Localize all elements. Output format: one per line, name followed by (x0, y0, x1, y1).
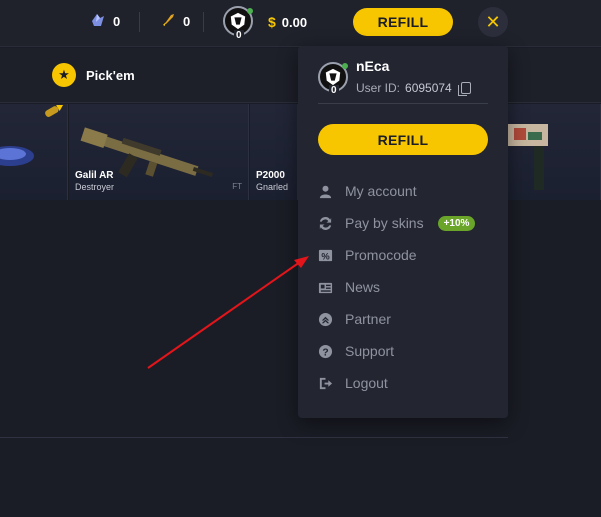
online-status-dot (247, 8, 253, 14)
drop-card[interactable] (0, 104, 68, 200)
question-icon: ? (318, 344, 333, 359)
menu-item-partner[interactable]: Partner (318, 308, 391, 330)
menu-item-label: Partner (345, 311, 391, 327)
menu-item-logout[interactable]: Logout (318, 372, 388, 394)
menu-item-label: Logout (345, 375, 388, 391)
header-divider (203, 12, 204, 32)
drop-card[interactable] (508, 104, 601, 200)
user-id-row: User ID: 6095074 (356, 81, 471, 96)
svg-text:%: % (321, 251, 330, 261)
header-refill-button[interactable]: REFILL (353, 8, 453, 36)
menu-divider (318, 103, 488, 104)
online-status-dot (342, 63, 348, 69)
gems-counter[interactable]: 0 (90, 12, 120, 31)
gems-count: 0 (113, 14, 121, 29)
weapon-image (0, 105, 64, 166)
user-dropdown-menu: 0 nEca User ID: 6095074 REFILL My accoun… (298, 46, 508, 418)
drop-card[interactable]: Galil AR Destroyer FT (69, 104, 249, 200)
menu-item-label: Promocode (345, 247, 417, 263)
close-icon: ✕ (485, 11, 501, 32)
rockets-count: 0 (183, 14, 191, 29)
menu-refill-button[interactable]: REFILL (318, 124, 488, 155)
smg-image (508, 124, 548, 190)
user-id-value: 6095074 (405, 81, 452, 95)
menu-item-label: Support (345, 343, 395, 359)
item-name: P2000 (256, 170, 285, 181)
rockets-counter[interactable]: 0 (160, 12, 190, 31)
close-menu-button[interactable]: ✕ (478, 7, 508, 37)
star-person-icon: ★ (52, 63, 76, 87)
menu-item-label: News (345, 279, 381, 295)
username: nEca (356, 58, 390, 74)
item-skin: Destroyer (75, 182, 115, 192)
pickem-label: Pick'em (86, 67, 135, 83)
balance-display: $ 0.00 (268, 14, 307, 30)
item-wear: FT (232, 182, 242, 191)
user-id-label: User ID: (356, 81, 401, 95)
balance-amount: 0.00 (281, 14, 308, 30)
content-divider (0, 437, 508, 438)
percent-ticket-icon: % (318, 248, 333, 263)
copy-icon[interactable] (457, 82, 471, 96)
menu-item-label: My account (345, 183, 417, 199)
item-skin: Gnarled (256, 182, 289, 192)
gem-icon (90, 12, 106, 31)
logout-icon (318, 376, 333, 391)
menu-item-promocode[interactable]: % Promocode (318, 244, 417, 266)
user-icon (318, 184, 333, 199)
dollar-icon: $ (268, 14, 276, 30)
svg-text:?: ? (322, 347, 328, 358)
top-header: 0 0 0 $ 0.00 REFILL ✕ (0, 0, 601, 47)
item-name: Galil AR (75, 170, 114, 181)
rank-level: 0 (234, 30, 244, 41)
rocket-icon (160, 12, 176, 31)
menu-item-pay-by-skins[interactable]: Pay by skins +10% (318, 212, 476, 234)
rank-level: 0 (329, 85, 339, 96)
bonus-badge: +10% (437, 215, 476, 231)
header-divider (139, 12, 140, 32)
pickem-link[interactable]: ★ Pick'em (52, 63, 135, 87)
menu-item-label: Pay by skins (345, 215, 424, 231)
drop-card[interactable]: P2000 Gnarled (250, 104, 298, 200)
menu-item-my-account[interactable]: My account (318, 180, 417, 202)
exchange-icon (318, 216, 333, 231)
newspaper-icon (318, 280, 333, 295)
menu-item-news[interactable]: News (318, 276, 380, 298)
partner-icon (318, 312, 333, 327)
menu-item-support[interactable]: ? Support (318, 340, 394, 362)
